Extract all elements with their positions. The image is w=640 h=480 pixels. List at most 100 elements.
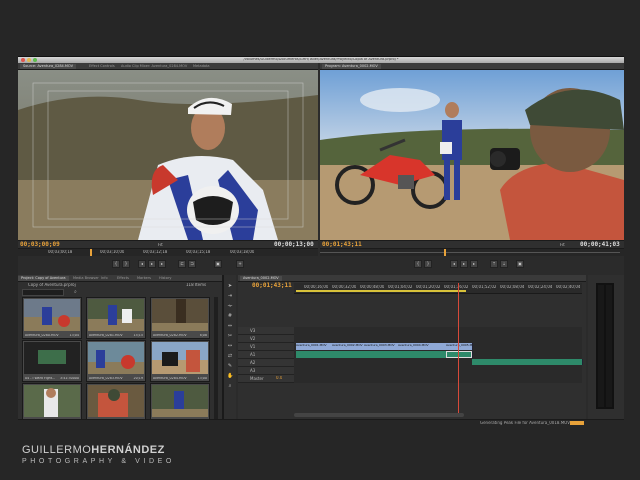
premiere-window: /Volumes/Guillermo/Documents/GHH/Taller/… [18, 56, 624, 426]
razor-tool-icon[interactable]: ✂ [227, 333, 233, 339]
timeline-ruler[interactable]: 00;00;16;00 00;00;32;00 00;00;48;00 00;0… [294, 283, 582, 294]
timeline-zoom-scrollbar[interactable] [294, 413, 464, 417]
source-playhead[interactable] [90, 249, 92, 256]
timeline-video-clip[interactable]: Aventura_0001.MOV [296, 343, 333, 350]
tab-project[interactable]: Project: Copy of Aventura [18, 276, 69, 281]
track-header-v1[interactable]: V1 [238, 343, 294, 351]
clip-preview-image [24, 385, 80, 417]
timeline-tick: 00;00;16;00 [304, 285, 329, 289]
insert-button[interactable]: ⊏ [178, 260, 186, 268]
program-frame-image [320, 70, 624, 240]
track-header-a2[interactable]: A2 [238, 359, 294, 367]
settings-button[interactable]: + [236, 260, 244, 268]
pen-tool-icon[interactable]: ✎ [227, 363, 233, 369]
rolling-edit-tool-icon[interactable]: # [227, 313, 233, 319]
tab-metadata[interactable]: Metadata [190, 64, 213, 69]
project-clip-thumbnail[interactable]: Aventura_0282.MOV 8;08 [150, 297, 210, 339]
tab-effect-controls[interactable]: Effect Controls [86, 64, 118, 69]
step-back-button[interactable]: ◂ [138, 260, 146, 268]
program-playhead[interactable] [444, 249, 446, 256]
track-header-master[interactable]: Master 0.0 [238, 375, 294, 383]
program-play-button[interactable]: ▸ [460, 260, 468, 268]
step-forward-button[interactable]: ▸ [158, 260, 166, 268]
program-zoom-select[interactable]: Fit [560, 243, 565, 247]
timeline-video-clip[interactable]: Aventura_0003.MOV [364, 343, 399, 350]
clip-preview-image [152, 299, 208, 331]
project-item-count: 118 Items [186, 283, 207, 287]
project-file-name: Copy of Aventura.prproj [28, 283, 76, 287]
tab-effects[interactable]: Effects [114, 276, 132, 281]
mark-out-button[interactable]: } [122, 260, 130, 268]
zoom-tool-icon[interactable]: ⌕ [227, 383, 233, 389]
project-search-input[interactable] [22, 289, 64, 296]
timeline-video-clip[interactable]: Aventura_0004.MOV [398, 343, 447, 350]
tab-program[interactable]: Program: Aventura_0002.MOV [322, 64, 381, 69]
project-clip-thumbnail[interactable]: Aventura_0280.MOV 13;04 [22, 297, 82, 339]
tab-audio-clip-mixer[interactable]: Audio Clip Mixer: Aventura_0284.MOV [118, 64, 190, 69]
track-header-a3[interactable]: A3 [238, 367, 294, 375]
export-frame-button[interactable]: ▣ [214, 260, 222, 268]
source-zoom-select[interactable]: Fit [158, 243, 163, 247]
project-clip-thumbnail[interactable]: 04 - I Want Fight... 3:41:30000 [22, 340, 82, 382]
timeline-timecode[interactable]: 00;01;43;11 [252, 282, 292, 289]
overwrite-button[interactable]: ⊐ [188, 260, 196, 268]
timeline-tick: 00;02;24;04 [528, 285, 553, 289]
track-header-a1[interactable]: A1 [238, 351, 294, 359]
timeline-video-clip[interactable]: Aventura_0005.MOV [446, 343, 473, 350]
clip-preview-image [88, 342, 144, 374]
track-header-v2[interactable]: V2 [238, 335, 294, 343]
tab-source[interactable]: Source: Aventura_0284.MOV [20, 64, 76, 69]
hand-tool-icon[interactable]: ✋ [227, 373, 233, 379]
program-step-back-button[interactable]: ◂ [450, 260, 458, 268]
source-timecode-duration: 00;00;13;00 [274, 241, 314, 248]
project-scrollbar[interactable] [214, 297, 218, 423]
clip-name: Aventura_0284.MOV [153, 376, 187, 380]
program-mark-out-button[interactable]: } [424, 260, 432, 268]
work-area-bar[interactable] [296, 290, 466, 292]
ripple-edit-tool-icon[interactable]: ⟛ [227, 303, 233, 309]
selected-clip-outline[interactable] [446, 351, 472, 358]
project-clip-thumbnail[interactable]: Aventura_0284.MOV 13;00 [150, 340, 210, 382]
extract-button[interactable]: ⇣ [500, 260, 508, 268]
program-export-frame-button[interactable]: ▣ [516, 260, 524, 268]
tab-history[interactable]: History [156, 276, 174, 281]
clip-duration: 15;15 [133, 333, 143, 337]
status-message: Generating Peak File for Aventura_0018.M… [480, 421, 570, 425]
program-timecode-duration: 00;00;41;03 [580, 241, 620, 248]
program-mark-in-button[interactable]: { [414, 260, 422, 268]
play-button[interactable]: ▸ [148, 260, 156, 268]
source-timecode-in[interactable]: 00;03;00;09 [20, 241, 60, 248]
clip-preview-image [24, 342, 80, 374]
track-select-tool-icon[interactable]: ⇥ [227, 293, 233, 299]
tab-sequence[interactable]: Aventura_0002.MOV [240, 276, 282, 281]
program-time-ruler[interactable] [320, 248, 624, 256]
timeline-playhead[interactable] [458, 283, 459, 413]
timeline-panel: Aventura_0002.MOV 00;01;43;11 00;00;16;0… [238, 275, 586, 425]
timeline-audio-clip[interactable] [472, 359, 583, 365]
program-tabbar: Program: Aventura_0002.MOV [320, 63, 624, 70]
master-volume-value[interactable]: 0.0 [276, 376, 282, 380]
clip-name: Aventura_0280.MOV [25, 333, 59, 337]
slip-tool-icon[interactable]: ↔ [227, 343, 233, 349]
project-clip-thumbnail[interactable]: Aventura_0281.MOV 15;15 [86, 297, 146, 339]
source-time-ruler[interactable]: 00;03;00;18 00;03;10;00 00;03;12;18 00;0… [18, 248, 318, 256]
program-timebar [320, 252, 620, 253]
tab-markers[interactable]: Markers [134, 276, 154, 281]
rate-stretch-tool-icon[interactable]: ⇔ [227, 323, 233, 329]
source-tabbar: Source: Aventura_0284.MOV Effect Control… [18, 63, 318, 70]
program-timecode-in[interactable]: 00;01;43;11 [322, 241, 362, 248]
program-video[interactable] [320, 70, 624, 240]
timeline-video-clip[interactable]: Aventura_0002.MOV [332, 343, 365, 350]
clip-preview-image [152, 342, 208, 374]
search-icon[interactable]: ⌕ [74, 289, 77, 295]
project-clip-thumbnail[interactable]: Aventura_0283.MOV 20;19 [86, 340, 146, 382]
clip-name: 04 - I Want Fight... [25, 376, 56, 380]
program-step-forward-button[interactable]: ▸ [470, 260, 478, 268]
lift-button[interactable]: ⇡ [490, 260, 498, 268]
tab-info[interactable]: Info [98, 276, 111, 281]
slide-tool-icon[interactable]: ⇄ [227, 353, 233, 359]
selection-tool-icon[interactable]: ➤ [227, 283, 233, 289]
track-header-v3[interactable]: V3 [238, 327, 294, 335]
source-video[interactable] [18, 70, 318, 240]
mark-in-button[interactable]: { [112, 260, 120, 268]
